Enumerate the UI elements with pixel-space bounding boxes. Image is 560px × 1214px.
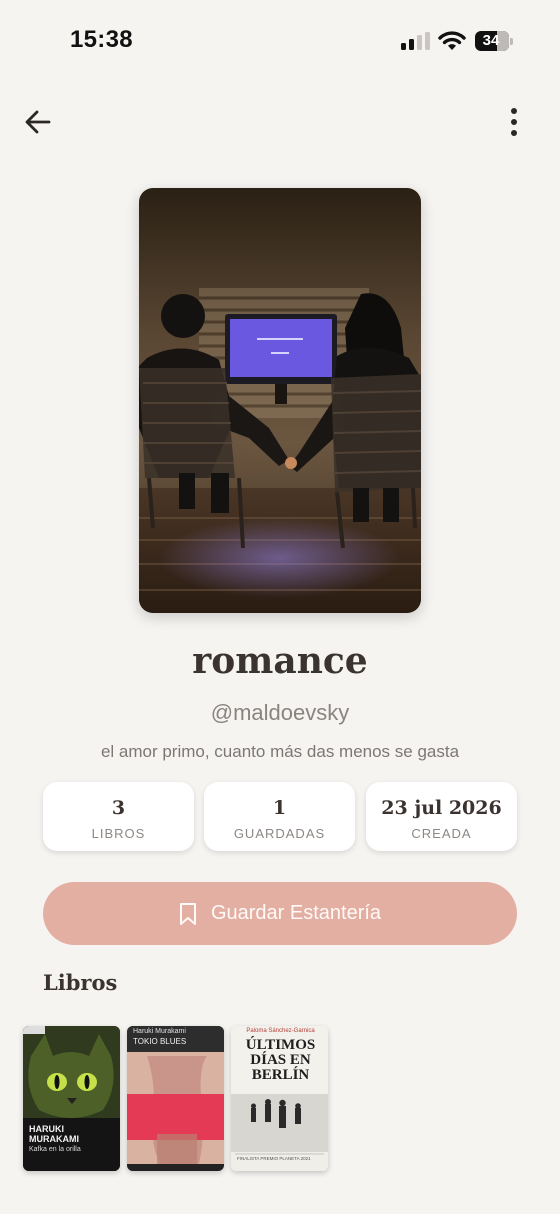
stat-label: GUARDADAS <box>233 826 326 841</box>
battery-icon: 34 <box>475 31 509 51</box>
battery-tip <box>510 38 513 45</box>
stat-value: 23 jul 2026 <box>381 797 502 819</box>
book-title: ÚLTIMOS DÍAS EN BERLÍN <box>245 1037 316 1083</box>
book-author: Haruki Murakami <box>133 1028 186 1035</box>
stat-card-books: 3 LIBROS <box>43 782 194 851</box>
stat-value: 3 <box>111 797 126 819</box>
more-vertical-icon[interactable] <box>498 104 530 140</box>
book-title: TOKIO BLUES <box>133 1037 187 1046</box>
books-section-title: Libros <box>43 970 118 995</box>
shelf-owner-handle[interactable]: @maldoevsky <box>0 700 560 726</box>
book-note: FINALISTA PREMIO PLANETA 2021 <box>237 1156 311 1161</box>
status-time: 15:38 <box>70 26 133 53</box>
book-cover-kafka[interactable]: HARUKI MURAKAMI Kafka en la orilla <box>23 1026 120 1171</box>
book-cover-tokio-blues[interactable]: Haruki Murakami TOKIO BLUES <box>127 1026 224 1171</box>
wifi-icon <box>438 31 466 50</box>
status-bar: 15:38 34 <box>0 0 560 80</box>
bookmark-icon <box>179 902 196 925</box>
book-title: Kafka en la orilla <box>29 1146 81 1153</box>
save-shelf-button[interactable]: Guardar Estantería <box>43 882 517 945</box>
book-cover-ultimos-dias-en-berlin[interactable]: Paloma Sánchez-Garnica ÚLTIMOS DÍAS EN B… <box>231 1026 328 1171</box>
stat-label: LIBROS <box>91 826 146 841</box>
stat-card-created: 23 jul 2026 CREADA <box>366 782 517 851</box>
stat-label: CREADA <box>411 826 472 841</box>
shelf-stats: 3 LIBROS 1 GUARDADAS 23 jul 2026 CREADA <box>43 782 517 852</box>
stat-card-saved: 1 GUARDADAS <box>204 782 355 851</box>
book-author: HARUKI MURAKAMI <box>29 1124 79 1144</box>
cellular-signal-icon <box>401 32 431 50</box>
shelf-cover-image <box>139 188 421 613</box>
stat-value: 1 <box>272 797 287 819</box>
book-author: Paloma Sánchez-Garnica <box>246 1028 315 1034</box>
arrow-left-icon[interactable] <box>20 104 56 140</box>
shelf-description: el amor primo, cuanto más das menos se g… <box>100 742 460 761</box>
save-shelf-label: Guardar Estantería <box>210 902 382 924</box>
shelf-title: romance <box>192 640 368 682</box>
battery-level: 34 <box>482 32 500 49</box>
